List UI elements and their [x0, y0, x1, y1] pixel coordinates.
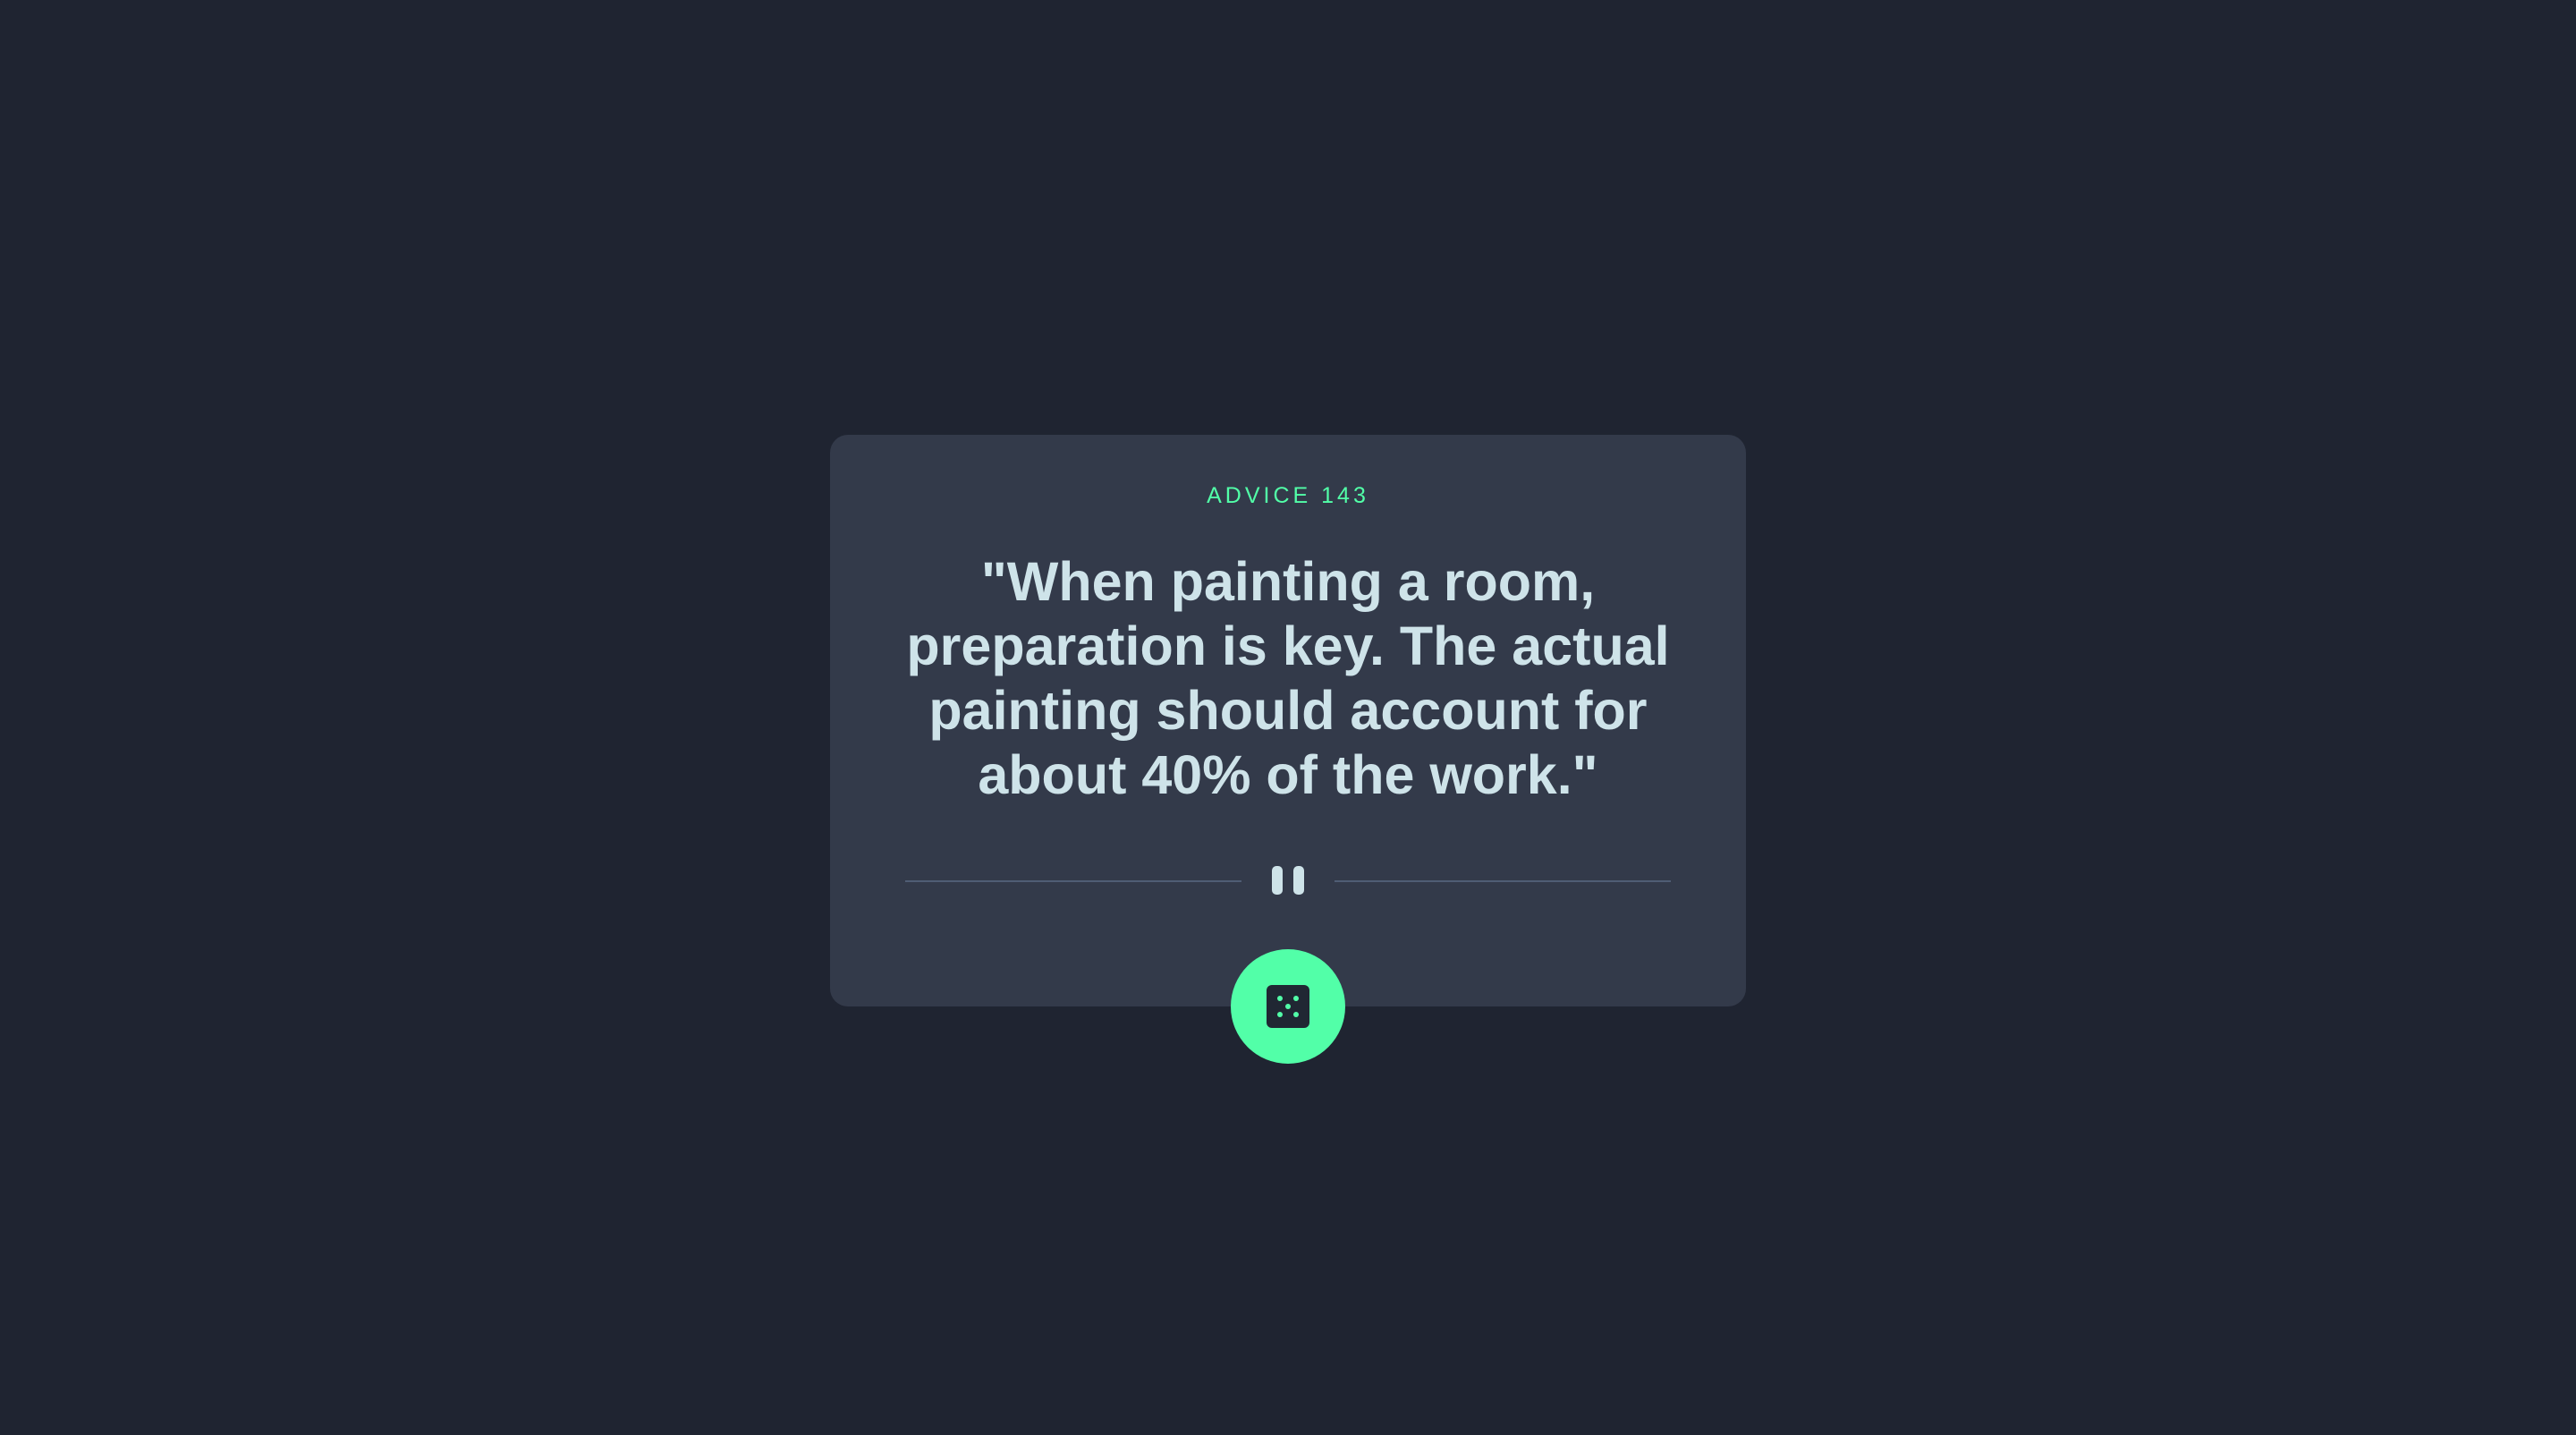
divider — [905, 862, 1671, 898]
new-advice-button[interactable] — [1231, 949, 1345, 1064]
divider-line-left — [905, 880, 1241, 882]
advice-heading: ADVICE 143 — [1207, 483, 1369, 508]
divider-line-right — [1335, 880, 1671, 882]
advice-quote: "When painting a room, preparation is ke… — [906, 551, 1670, 805]
advice-card: ADVICE 143 "When painting a room, prepar… — [830, 435, 1746, 1006]
dice-icon — [1267, 985, 1309, 1028]
pause-icon — [1268, 866, 1308, 895]
